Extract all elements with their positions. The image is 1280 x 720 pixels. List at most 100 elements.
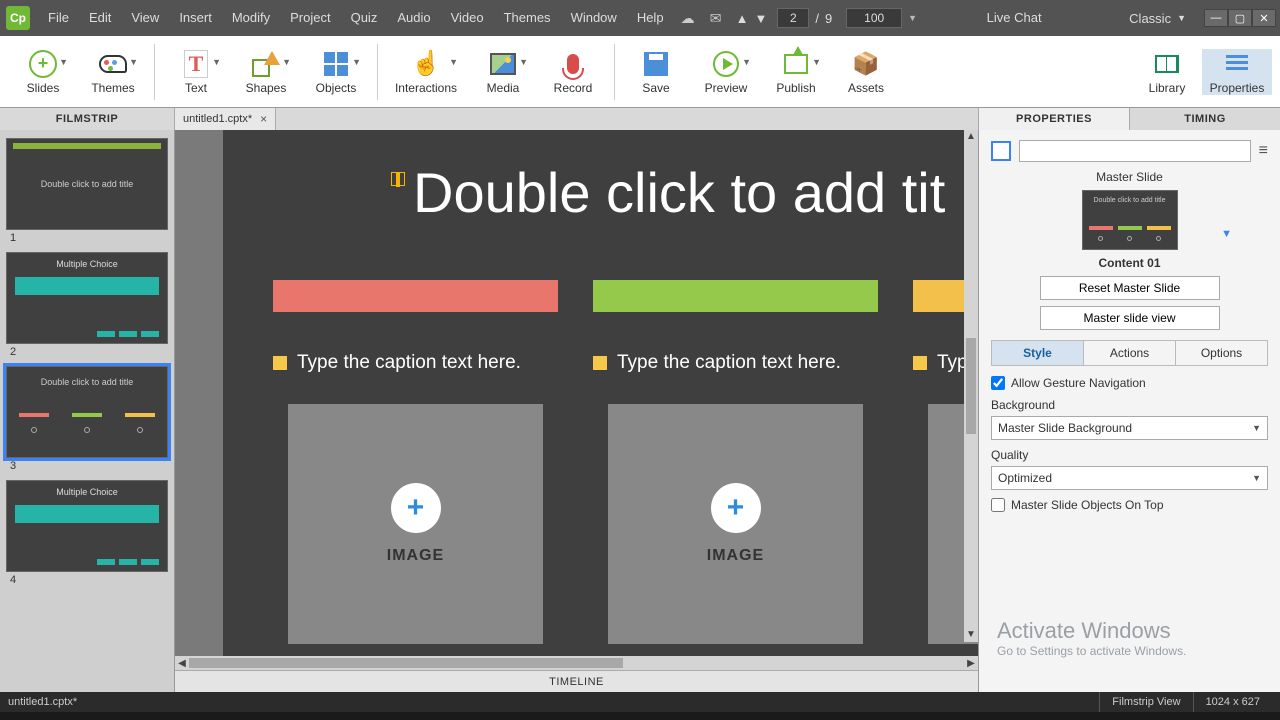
thumb-number: 3 bbox=[10, 460, 168, 472]
ribbon-publish[interactable]: ▼Publish bbox=[761, 49, 831, 95]
ribbon-properties[interactable]: Properties bbox=[1202, 49, 1272, 95]
tab-properties[interactable]: PROPERTIES bbox=[978, 108, 1129, 130]
checkbox-input[interactable] bbox=[991, 376, 1005, 390]
tab-style[interactable]: Style bbox=[992, 341, 1084, 365]
quality-label: Quality bbox=[991, 448, 1268, 462]
divider bbox=[377, 44, 378, 100]
menu-help[interactable]: Help bbox=[627, 0, 674, 36]
content-column-2[interactable]: Type the caption text here. + IMAGE bbox=[593, 280, 878, 644]
scroll-thumb[interactable] bbox=[966, 338, 976, 435]
menu-quiz[interactable]: Quiz bbox=[341, 0, 388, 36]
scroll-up-icon[interactable]: ▲ bbox=[964, 130, 978, 144]
menu-window[interactable]: Window bbox=[561, 0, 627, 36]
slide-stage[interactable]: Double click to add tit Type the caption… bbox=[223, 130, 978, 656]
content-column-1[interactable]: Type the caption text here. + IMAGE bbox=[273, 280, 558, 644]
plus-circle-icon: + bbox=[29, 50, 57, 78]
menu-file[interactable]: File bbox=[38, 0, 79, 36]
background-label: Background bbox=[991, 398, 1268, 412]
object-name-input[interactable] bbox=[1019, 140, 1251, 162]
objects-on-top-checkbox[interactable]: Master Slide Objects On Top bbox=[991, 498, 1268, 512]
image-label: IMAGE bbox=[707, 547, 764, 565]
close-button[interactable]: ✕ bbox=[1252, 9, 1276, 27]
slide-thumb-2[interactable]: Multiple Choice 2 bbox=[6, 252, 168, 358]
quality-dropdown[interactable]: Optimized ▼ bbox=[991, 466, 1268, 490]
ribbon-interactions[interactable]: ▼☝️Interactions bbox=[384, 49, 468, 95]
minimize-button[interactable]: — bbox=[1204, 9, 1228, 27]
library-icon bbox=[1155, 55, 1179, 73]
palette-icon bbox=[99, 55, 127, 73]
caption-placeholder[interactable]: Type the caption text here. bbox=[593, 352, 878, 374]
tab-options[interactable]: Options bbox=[1176, 341, 1267, 365]
arrow-up-icon[interactable]: ▲ bbox=[736, 11, 749, 26]
ribbon-slides[interactable]: ▼+Slides bbox=[8, 49, 78, 95]
master-slide-view-button[interactable]: Master slide view bbox=[1040, 306, 1220, 330]
slide-title-placeholder[interactable]: Double click to add tit bbox=[413, 160, 945, 225]
caption-text: Type the caption text here. bbox=[297, 352, 521, 374]
ribbon-shapes[interactable]: ▼Shapes bbox=[231, 49, 301, 95]
live-chat-link[interactable]: Live Chat bbox=[977, 0, 1052, 36]
ribbon-preview[interactable]: ▼Preview bbox=[691, 49, 761, 95]
chevron-down-icon: ▼ bbox=[519, 57, 528, 67]
add-image-icon[interactable]: + bbox=[711, 483, 761, 533]
horizontal-scrollbar[interactable]: ◀ ▶ bbox=[175, 656, 978, 670]
ribbon: ▼+Slides ▼Themes ▼TText ▼Shapes ▼Objects… bbox=[0, 36, 1280, 108]
document-tab[interactable]: untitled1.cptx* × bbox=[175, 108, 276, 130]
tab-timing[interactable]: TIMING bbox=[1129, 108, 1280, 130]
ribbon-save[interactable]: Save bbox=[621, 49, 691, 95]
add-image-icon[interactable]: + bbox=[391, 483, 441, 533]
menu-audio[interactable]: Audio bbox=[387, 0, 440, 36]
menu-edit[interactable]: Edit bbox=[79, 0, 121, 36]
arrow-down-icon[interactable]: ▼ bbox=[754, 11, 767, 26]
allow-gesture-checkbox[interactable]: Allow Gesture Navigation bbox=[991, 376, 1268, 390]
mail-icon[interactable]: ✉ bbox=[702, 10, 730, 27]
image-placeholder[interactable]: + IMAGE bbox=[288, 404, 543, 644]
close-tab-icon[interactable]: × bbox=[260, 108, 267, 130]
menu-insert[interactable]: Insert bbox=[169, 0, 222, 36]
ribbon-objects[interactable]: ▼Objects bbox=[301, 49, 371, 95]
maximize-button[interactable]: ▢ bbox=[1228, 9, 1252, 27]
background-dropdown[interactable]: Master Slide Background ▼ bbox=[991, 416, 1268, 440]
sync-icon[interactable]: ☁ bbox=[674, 10, 702, 27]
menu-view[interactable]: View bbox=[121, 0, 169, 36]
scroll-down-icon[interactable]: ▼ bbox=[964, 628, 978, 642]
slide-thumb-3[interactable]: Double click to add title 3 bbox=[6, 366, 168, 472]
workspace-dropdown[interactable]: Classic ▼ bbox=[1129, 11, 1186, 26]
menu-video[interactable]: Video bbox=[441, 0, 494, 36]
status-view: Filmstrip View bbox=[1099, 692, 1192, 712]
menu-modify[interactable]: Modify bbox=[222, 0, 280, 36]
thumb-title: Multiple Choice bbox=[7, 259, 167, 269]
ribbon-record[interactable]: Record bbox=[538, 49, 608, 95]
ribbon-label: Library bbox=[1149, 81, 1186, 95]
vertical-scrollbar[interactable]: ▲ ▼ bbox=[964, 130, 978, 642]
image-icon bbox=[490, 53, 516, 75]
checkbox-label: Allow Gesture Navigation bbox=[1011, 376, 1146, 390]
master-dropdown-icon[interactable]: ▼ bbox=[1221, 228, 1232, 240]
scroll-left-icon[interactable]: ◀ bbox=[175, 658, 189, 669]
image-placeholder[interactable]: + IMAGE bbox=[608, 404, 863, 644]
slide-thumb-4[interactable]: Multiple Choice 4 bbox=[6, 480, 168, 586]
menu-project[interactable]: Project bbox=[280, 0, 340, 36]
ribbon-text[interactable]: ▼TText bbox=[161, 49, 231, 95]
ribbon-library[interactable]: Library bbox=[1132, 49, 1202, 95]
master-slide-thumb[interactable]: Double click to add title bbox=[1082, 190, 1178, 250]
selection-handle[interactable] bbox=[391, 172, 405, 186]
zoom-dropdown-icon[interactable]: ▼ bbox=[908, 13, 917, 23]
panel-menu-icon[interactable]: ≡ bbox=[1259, 142, 1268, 160]
ribbon-label: Themes bbox=[91, 81, 134, 95]
tab-actions[interactable]: Actions bbox=[1084, 341, 1176, 365]
ribbon-assets[interactable]: 📦Assets bbox=[831, 49, 901, 95]
scroll-thumb[interactable] bbox=[189, 658, 623, 668]
checkbox-input[interactable] bbox=[991, 498, 1005, 512]
caption-placeholder[interactable]: Type the caption text here. bbox=[273, 352, 558, 374]
zoom-level[interactable]: 100 bbox=[846, 8, 902, 28]
scroll-right-icon[interactable]: ▶ bbox=[964, 658, 978, 669]
ribbon-media[interactable]: ▼Media bbox=[468, 49, 538, 95]
reset-master-button[interactable]: Reset Master Slide bbox=[1040, 276, 1220, 300]
slide-thumb-1[interactable]: Double click to add title 1 bbox=[6, 138, 168, 244]
ribbon-themes[interactable]: ▼Themes bbox=[78, 49, 148, 95]
workspace-label: Classic bbox=[1129, 11, 1171, 26]
canvas-body[interactable]: Double click to add tit Type the caption… bbox=[175, 130, 978, 656]
timeline-panel-header[interactable]: TIMELINE bbox=[175, 670, 978, 692]
menu-themes[interactable]: Themes bbox=[494, 0, 561, 36]
page-current[interactable]: 2 bbox=[777, 8, 809, 28]
